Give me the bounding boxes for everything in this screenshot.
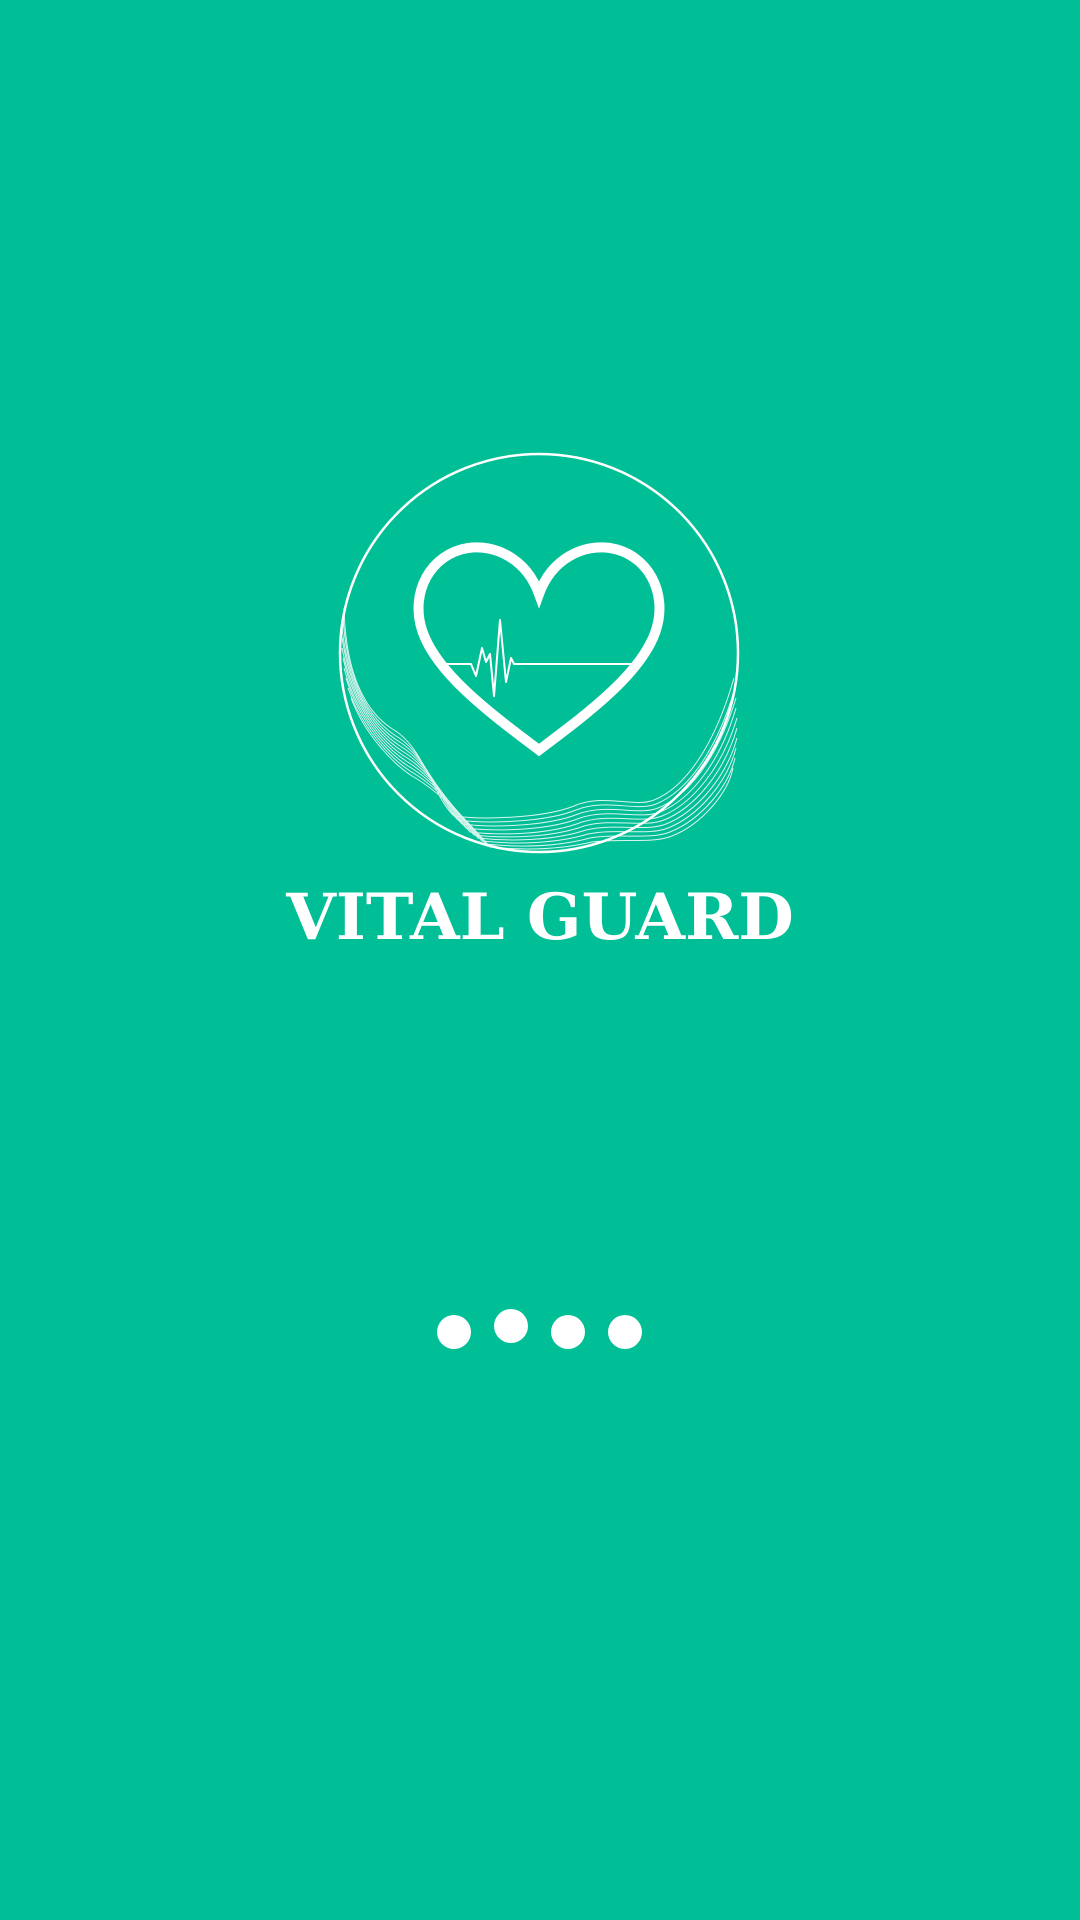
heart-icon (413, 542, 665, 757)
loading-dot (608, 1315, 642, 1349)
heartbeat-pulse-icon (442, 619, 636, 697)
loading-dot (494, 1309, 528, 1343)
loading-indicator (0, 1302, 1080, 1362)
circle-emblem-icon (338, 452, 740, 854)
app-logo (334, 448, 744, 858)
loading-dot (437, 1315, 471, 1349)
loading-dot (551, 1315, 585, 1349)
wave-lines-icon (341, 607, 738, 850)
splash-screen: VITAL GUARD (0, 0, 1080, 1920)
app-title: VITAL GUARD (286, 880, 794, 955)
